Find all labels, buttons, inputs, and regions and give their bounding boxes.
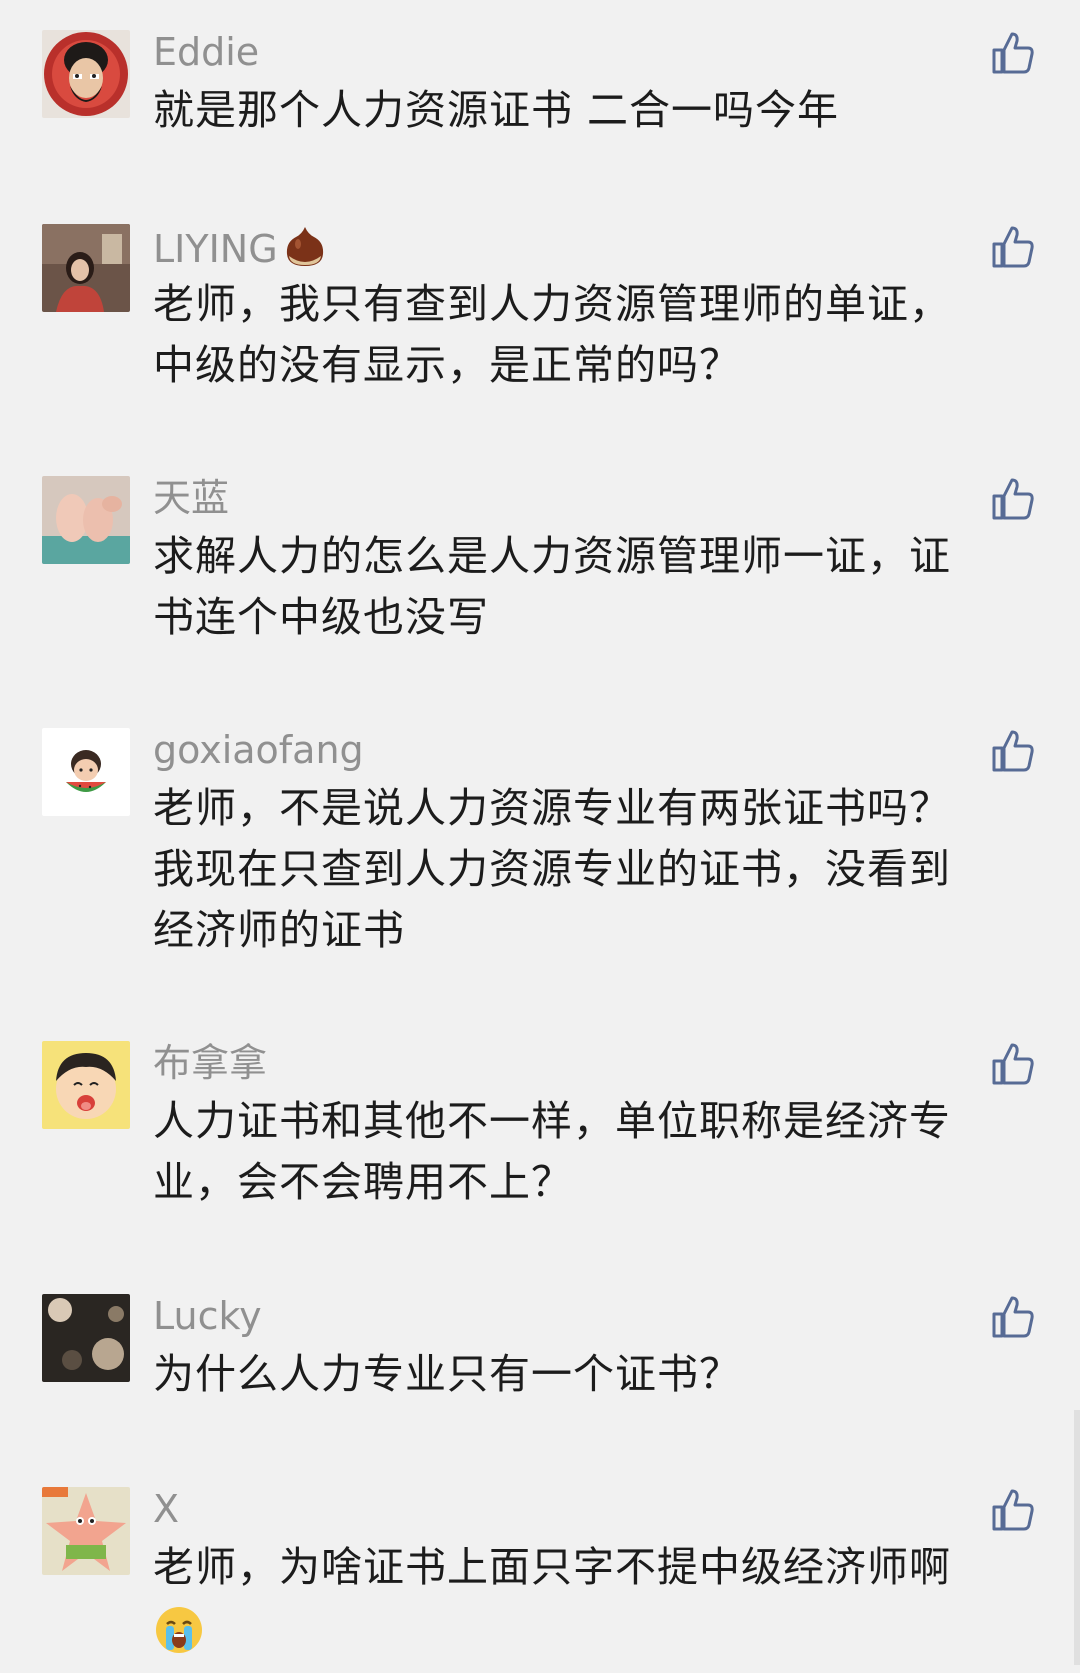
comment-text: 老师，我只有查到人力资源管理师的单证， 中级的没有显示，是正常的吗？ [153,280,951,389]
username[interactable]: goxiaofang [153,728,364,772]
thumbs-up-icon[interactable] [990,1041,1036,1087]
patrick-star-avatar [42,1487,130,1575]
baby-feet-photo-avatar [42,476,130,564]
scrollbar[interactable] [1074,1410,1080,1665]
thumbs-up-icon[interactable] [990,728,1036,774]
username[interactable]: 布拿拿 [153,1041,267,1085]
username[interactable]: Lucky [153,1294,262,1338]
thumbs-up-icon[interactable] [990,476,1036,522]
comment-text: 老师，为啥证书上面只字不提中级经济师啊 [153,1537,1013,1673]
chestnut-icon [282,224,328,277]
comment-text: 就是那个人力资源证书 二合一吗今年 [153,86,840,134]
thumbs-up-icon[interactable] [990,224,1036,270]
avatar[interactable] [42,728,130,816]
avatar[interactable] [42,1294,130,1382]
person-photo-avatar [42,224,130,312]
cartoon-boy-avatar [42,1041,130,1129]
username[interactable]: 天蓝 [153,476,229,520]
comment-text: 人力证书和其他不一样，单位职称是经济专 业，会不会聘用不上？ [153,1097,951,1206]
dark-photo-avatar [42,1294,130,1382]
kid-watermelon-avatar [42,728,130,816]
thumbs-up-icon[interactable] [990,1487,1036,1533]
avatar[interactable] [42,1041,130,1129]
cartoon-bearded-man-avatar [42,30,130,118]
avatar[interactable] [42,224,130,312]
crying-face-icon [153,1598,1013,1673]
thumbs-up-icon[interactable] [990,1294,1036,1340]
username[interactable]: Eddie [153,30,259,74]
username[interactable]: X [153,1487,179,1531]
comment-text: 为什么人力专业只有一个证书？ [153,1350,741,1398]
avatar[interactable] [42,30,130,118]
username[interactable]: LIYING [153,224,328,277]
avatar[interactable] [42,1487,130,1575]
thumbs-up-icon[interactable] [990,30,1036,76]
comment-text: 老师，不是说人力资源专业有两张证书吗？ 我现在只查到人力资源专业的证书，没看到 … [153,784,951,954]
comment-text: 求解人力的怎么是人力资源管理师一证，证 书连个中级也没写 [153,532,951,641]
avatar[interactable] [42,476,130,564]
